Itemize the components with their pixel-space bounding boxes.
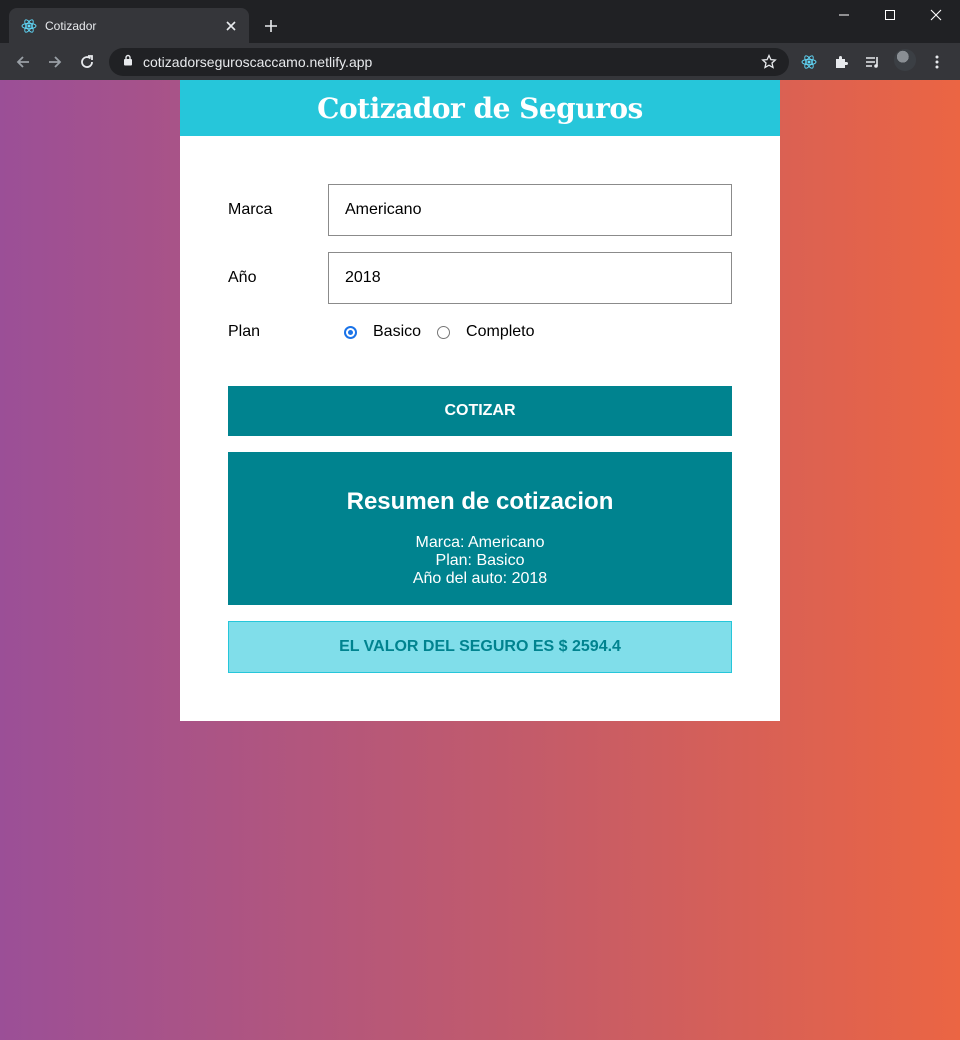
summary-heading: Resumen de cotizacion: [346, 488, 614, 515]
bookmark-star-icon[interactable]: [755, 48, 783, 76]
minimize-icon[interactable]: [822, 0, 866, 30]
lock-icon: [123, 53, 133, 71]
browser-toolbar: cotizadorseguroscaccamo.netlify.app: [0, 43, 960, 80]
marca-row: Marca Americano: [228, 184, 732, 236]
plan-basico-radio[interactable]: [344, 325, 357, 339]
react-icon: [21, 18, 37, 34]
reload-icon[interactable]: [74, 49, 100, 75]
media-queue-icon[interactable]: [860, 49, 886, 75]
new-tab-icon[interactable]: [260, 15, 282, 37]
address-bar[interactable]: cotizadorseguroscaccamo.netlify.app: [109, 48, 789, 76]
summary-marca: Marca: Americano: [415, 534, 545, 551]
profile-avatar[interactable]: [894, 49, 916, 71]
page-title: Cotizador de Seguros: [317, 91, 643, 125]
back-arrow-icon[interactable]: [10, 49, 36, 75]
year-select[interactable]: 2018: [328, 252, 732, 304]
browser-titlebar: Cotizador: [0, 0, 960, 43]
summary-plan: Plan: Basico: [435, 552, 525, 569]
plan-label: Plan: [228, 323, 261, 340]
maximize-icon[interactable]: [868, 0, 912, 30]
forward-arrow-icon[interactable]: [42, 49, 68, 75]
react-devtools-icon[interactable]: [796, 49, 822, 75]
url-text: cotizadorseguroscaccamo.netlify.app: [143, 54, 373, 70]
plan-completo-label: Completo: [466, 323, 535, 340]
plan-row: Plan Basico Completo: [228, 320, 732, 344]
year-label: Año: [228, 269, 257, 286]
summary-year: Año del auto: 2018: [412, 570, 548, 587]
extensions-puzzle-icon[interactable]: [828, 49, 854, 75]
app-header: Cotizador de Seguros: [180, 80, 780, 136]
window-close-icon[interactable]: [914, 0, 958, 30]
result-banner: EL VALOR DEL SEGURO ES $ 2594.4: [228, 621, 732, 673]
marca-select[interactable]: Americano: [328, 184, 732, 236]
plan-completo-radio[interactable]: [437, 325, 451, 339]
tab-close-icon[interactable]: [223, 18, 239, 34]
cotizar-button[interactable]: COTIZAR: [228, 386, 732, 436]
page-viewport: Cotizador de Seguros Marca Americano Año…: [0, 80, 960, 1040]
year-row: Año 2018: [228, 252, 732, 304]
quote-card: Cotizador de Seguros Marca Americano Año…: [180, 80, 780, 721]
plan-radio-group: Basico Completo: [344, 323, 551, 341]
browser-menu-icon[interactable]: [924, 49, 950, 75]
tab-title: Cotizador: [45, 18, 97, 33]
plan-basico-label: Basico: [373, 323, 422, 340]
summary-panel: Resumen de cotizacion Marca: Americano P…: [228, 452, 732, 605]
browser-tab[interactable]: Cotizador: [9, 8, 249, 43]
marca-label: Marca: [228, 201, 273, 218]
